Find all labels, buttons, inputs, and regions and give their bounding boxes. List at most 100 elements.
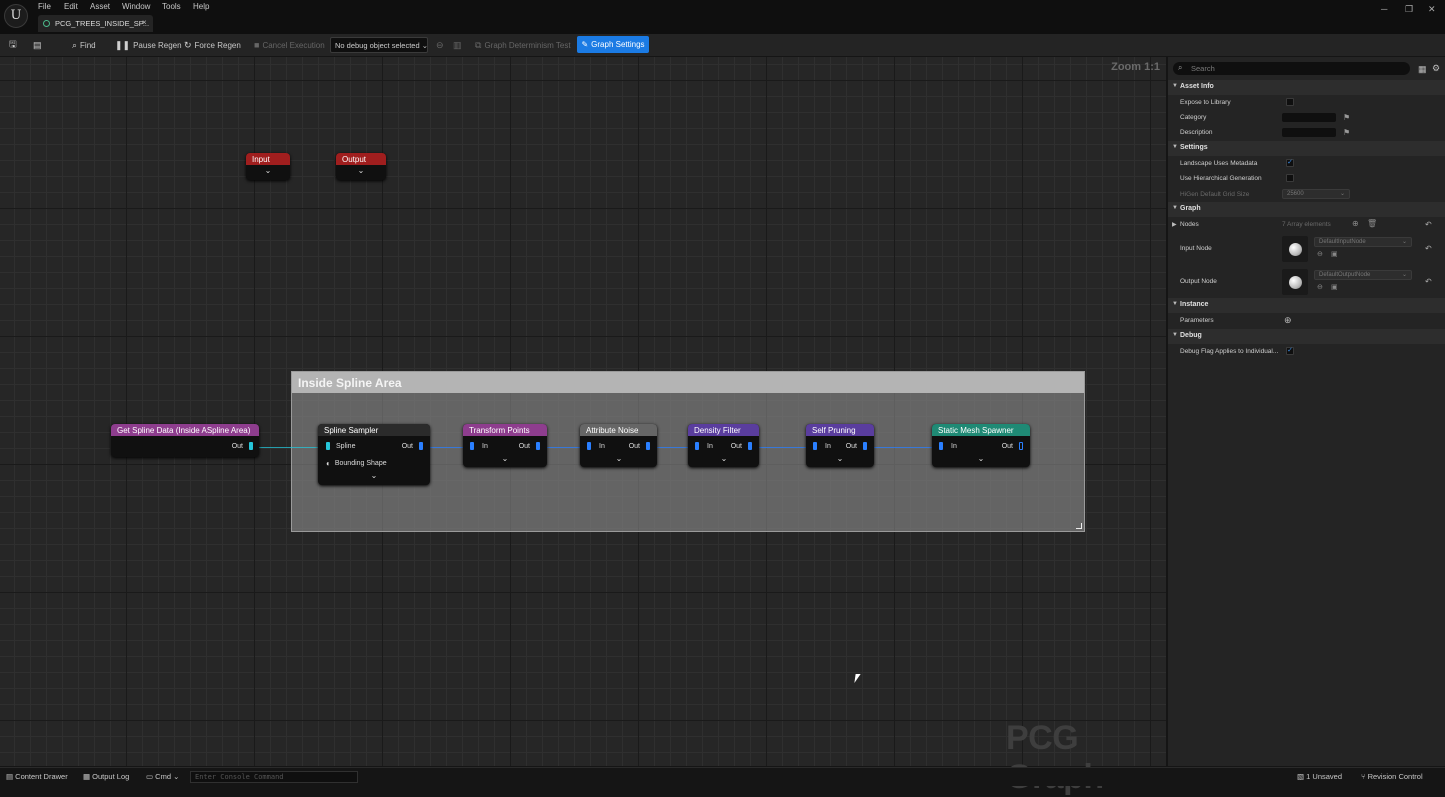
description-field[interactable] xyxy=(1282,128,1336,137)
flag-icon[interactable]: ⚑ xyxy=(1343,113,1350,122)
chevron-down-icon[interactable]: ⌄ xyxy=(263,166,273,175)
output-node-dropdown[interactable]: DefaultOutputNode ⌄ xyxy=(1314,270,1412,280)
graph-canvas[interactable]: Zoom 1:1 Input ⌄ Output ⌄ Inside Spline … xyxy=(0,57,1166,796)
chevron-down-icon[interactable]: ⌄ xyxy=(719,454,729,463)
determinism-test-button[interactable]: ⧉ Graph Determinism Test xyxy=(475,34,571,56)
pin-icon[interactable] xyxy=(326,442,330,450)
resize-handle-icon[interactable] xyxy=(1076,523,1082,529)
input-node-dropdown[interactable]: DefaultInputNode ⌄ xyxy=(1314,237,1412,247)
output-pin[interactable]: Out xyxy=(519,442,540,450)
output-node-thumbnail[interactable] xyxy=(1282,269,1308,295)
flag-icon[interactable]: ⚑ xyxy=(1343,128,1350,137)
output-log-button[interactable]: ▦ Output Log xyxy=(83,772,129,781)
pin-icon[interactable] xyxy=(646,442,650,450)
input-pin-bounding-shape[interactable]: ◐ Bounding Shape xyxy=(326,459,387,468)
category-field[interactable] xyxy=(1282,113,1336,122)
force-regen-button[interactable]: ↻ Force Regen xyxy=(184,34,241,56)
pin-icon[interactable] xyxy=(813,442,817,450)
input-pin[interactable]: In xyxy=(587,442,605,450)
reset-icon[interactable]: ↶ xyxy=(1425,277,1432,286)
pin-icon[interactable] xyxy=(470,442,474,450)
chevron-down-icon[interactable]: ⌄ xyxy=(614,454,624,463)
section-instance[interactable]: ▼ Instance xyxy=(1168,298,1445,313)
graph-settings-button[interactable]: ✎ Graph Settings xyxy=(577,36,649,53)
content-drawer-button[interactable]: ▤ Content Drawer xyxy=(6,772,68,781)
output-node[interactable]: Output ⌄ xyxy=(336,153,386,180)
chevron-down-icon[interactable]: ⌄ xyxy=(369,471,379,480)
input-pin-spline[interactable]: Spline xyxy=(326,442,355,450)
chevron-down-icon[interactable]: ⌄ xyxy=(835,454,845,463)
pin-icon[interactable] xyxy=(587,442,591,450)
console-input[interactable]: Enter Console Command xyxy=(190,771,358,783)
input-pin[interactable]: In xyxy=(470,442,488,450)
browse-debug-button[interactable]: ▥ xyxy=(453,34,465,56)
gear-icon[interactable]: ⚙ xyxy=(1432,63,1440,74)
browse-icon[interactable]: ▣ xyxy=(1331,250,1338,258)
get-spline-data-node[interactable]: Get Spline Data (Inside ASpline Area) Ou… xyxy=(111,424,259,457)
debug-object-dropdown[interactable]: No debug object selected ⌄ xyxy=(330,37,428,53)
chevron-down-icon[interactable]: ⌄ xyxy=(500,454,510,463)
chevron-down-icon[interactable]: ⌄ xyxy=(976,454,986,463)
self-pruning-node[interactable]: Self Pruning In Out ⌄ xyxy=(806,424,874,467)
bounding-shape-pin-icon[interactable]: ◐ xyxy=(326,459,331,468)
static-mesh-spawner-node[interactable]: Static Mesh Spawner In Out ⌄ xyxy=(932,424,1030,467)
minimize-icon[interactable]: ─ xyxy=(1381,4,1387,14)
hierarchical-generation-checkbox[interactable] xyxy=(1286,174,1294,182)
pause-regen-button[interactable]: ❚❚ Pause Regen xyxy=(115,34,182,56)
output-pin[interactable]: Out xyxy=(232,442,253,450)
attribute-noise-node[interactable]: Attribute Noise In Out ⌄ xyxy=(580,424,657,467)
menu-window[interactable]: Window xyxy=(122,2,150,11)
revision-control-button[interactable]: ⑂ Revision Control xyxy=(1361,772,1423,781)
input-node[interactable]: Input ⌄ xyxy=(246,153,290,180)
output-pin[interactable]: Out xyxy=(731,442,752,450)
cancel-execution-button[interactable]: ■ Cancel Execution xyxy=(254,34,325,56)
pin-icon[interactable] xyxy=(1019,442,1023,450)
asset-tab[interactable]: PCG_TREES_INSIDE_SP... × xyxy=(38,15,153,32)
section-debug[interactable]: ▼ Debug xyxy=(1168,329,1445,344)
debug-flag-checkbox[interactable]: ✓ xyxy=(1286,347,1294,355)
higen-grid-size-dropdown[interactable]: 25600 ⌄ xyxy=(1282,189,1350,199)
use-selected-icon[interactable]: ⊖ xyxy=(1317,250,1323,258)
output-pin[interactable]: Out xyxy=(1002,442,1023,450)
cmd-dropdown[interactable]: ▭ Cmd ⌄ xyxy=(146,772,179,781)
tab-close-icon[interactable]: × xyxy=(142,18,147,27)
input-node-thumbnail[interactable] xyxy=(1282,236,1308,262)
search-input[interactable]: ⌕ Search xyxy=(1173,62,1410,75)
unreal-logo-icon[interactable]: U xyxy=(4,4,28,28)
browse-icon[interactable]: ▣ xyxy=(1331,283,1338,291)
output-pin[interactable]: Out xyxy=(846,442,867,450)
landscape-metadata-checkbox[interactable]: ✓ xyxy=(1286,159,1294,167)
previous-debug-button[interactable]: ⊖ xyxy=(436,34,447,56)
expose-to-library-checkbox[interactable] xyxy=(1286,98,1294,106)
menu-edit[interactable]: Edit xyxy=(64,2,78,11)
input-pin[interactable]: In xyxy=(813,442,831,450)
menu-help[interactable]: Help xyxy=(193,2,209,11)
reset-icon[interactable]: ↶ xyxy=(1425,220,1432,229)
chevron-down-icon[interactable]: ⌄ xyxy=(356,166,366,175)
browse-button[interactable]: ▤ xyxy=(33,34,45,56)
input-pin[interactable]: In xyxy=(695,442,713,450)
find-button[interactable]: ⌕ Find xyxy=(72,34,96,56)
add-parameter-icon[interactable]: ⊕ xyxy=(1284,315,1292,326)
trash-icon[interactable]: 🗑 xyxy=(1367,219,1377,228)
pin-icon[interactable] xyxy=(748,442,752,450)
save-button[interactable]: 🖫 xyxy=(9,34,20,56)
menu-file[interactable]: File xyxy=(38,2,51,11)
unsaved-button[interactable]: ▧ 1 Unsaved xyxy=(1297,772,1342,781)
section-asset-info[interactable]: ▼ Asset Info xyxy=(1168,80,1445,95)
spline-sampler-node[interactable]: Spline Sampler Spline ◐ Bounding Shape Ou… xyxy=(318,424,430,485)
input-pin[interactable]: In xyxy=(939,442,957,450)
expand-triangle-icon[interactable]: ▶ xyxy=(1172,221,1177,228)
pin-icon[interactable] xyxy=(939,442,943,450)
pin-icon[interactable] xyxy=(536,442,540,450)
pin-icon[interactable] xyxy=(695,442,699,450)
menu-asset[interactable]: Asset xyxy=(90,2,110,11)
restore-icon[interactable]: ❐ xyxy=(1405,4,1413,15)
close-window-icon[interactable]: ✕ xyxy=(1428,4,1436,15)
density-filter-node[interactable]: Density Filter In Out ⌄ xyxy=(688,424,759,467)
comment-header[interactable]: Inside Spline Area xyxy=(292,372,1084,393)
use-selected-icon[interactable]: ⊖ xyxy=(1317,283,1323,291)
transform-points-node[interactable]: Transform Points In Out ⌄ xyxy=(463,424,547,467)
table-view-icon[interactable]: ▦ xyxy=(1418,64,1427,75)
output-pin[interactable]: Out xyxy=(402,442,423,450)
